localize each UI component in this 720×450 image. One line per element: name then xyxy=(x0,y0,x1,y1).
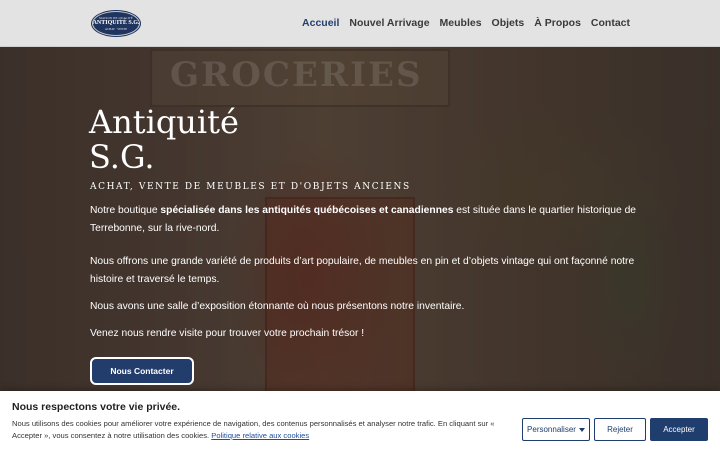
intro-prefix: Notre boutique xyxy=(90,205,161,216)
showroom-paragraph: Nous avons une salle d’exposition étonna… xyxy=(90,301,465,312)
main-nav: Accueil Nouvel Arrivage Meubles Objets À… xyxy=(302,17,630,29)
nav-item-meubles[interactable]: Meubles xyxy=(440,17,482,29)
nav-item-contact[interactable]: Contact xyxy=(591,17,630,29)
contact-button[interactable]: Nous Contacter xyxy=(90,357,194,385)
nav-item-a-propos[interactable]: À Propos xyxy=(534,17,581,29)
logo-main-text: ANTIQUITÉ S.G. xyxy=(92,20,140,26)
nav-item-objets[interactable]: Objets xyxy=(492,17,525,29)
caret-down-icon xyxy=(578,427,585,432)
nav-item-accueil[interactable]: Accueil xyxy=(302,17,339,29)
cookie-policy-link[interactable]: Politique relative aux cookies xyxy=(211,431,309,440)
intro-paragraph: Notre boutique spécialisée dans les anti… xyxy=(90,202,640,237)
customize-label: Personnaliser xyxy=(527,425,576,434)
visit-paragraph: Venez nous rendre visite pour trouver vo… xyxy=(90,328,365,339)
site-logo[interactable]: MAISON DE QUALITÉ ANTIQUITÉ S.G. ACHAT ·… xyxy=(92,11,140,36)
hero-title: Antiquité S.G. xyxy=(89,103,239,176)
cookie-title: Nous respectons votre vie privée. xyxy=(12,401,181,413)
intro-highlight: spécialisée dans les antiquités québécoi… xyxy=(160,205,454,216)
hero-subtitle: ACHAT, VENTE DE MEUBLES ET D'OBJETS ANCI… xyxy=(90,182,411,192)
nav-item-nouvel-arrivage[interactable]: Nouvel Arrivage xyxy=(349,17,429,29)
reject-button[interactable]: Rejeter xyxy=(594,418,646,441)
customize-button[interactable]: Personnaliser xyxy=(522,418,590,441)
cookie-banner: Nous respectons votre vie privée. Nous u… xyxy=(0,391,720,450)
cookie-text-block: Nous utilisons des cookies pour améliore… xyxy=(12,418,517,442)
logo-sub-text: ACHAT · VENTE xyxy=(104,27,128,31)
offer-paragraph: Nous offrons une grande variété de produ… xyxy=(90,256,635,285)
site-header: MAISON DE QUALITÉ ANTIQUITÉ S.G. ACHAT ·… xyxy=(0,0,720,47)
accept-button[interactable]: Accepter xyxy=(650,418,708,441)
